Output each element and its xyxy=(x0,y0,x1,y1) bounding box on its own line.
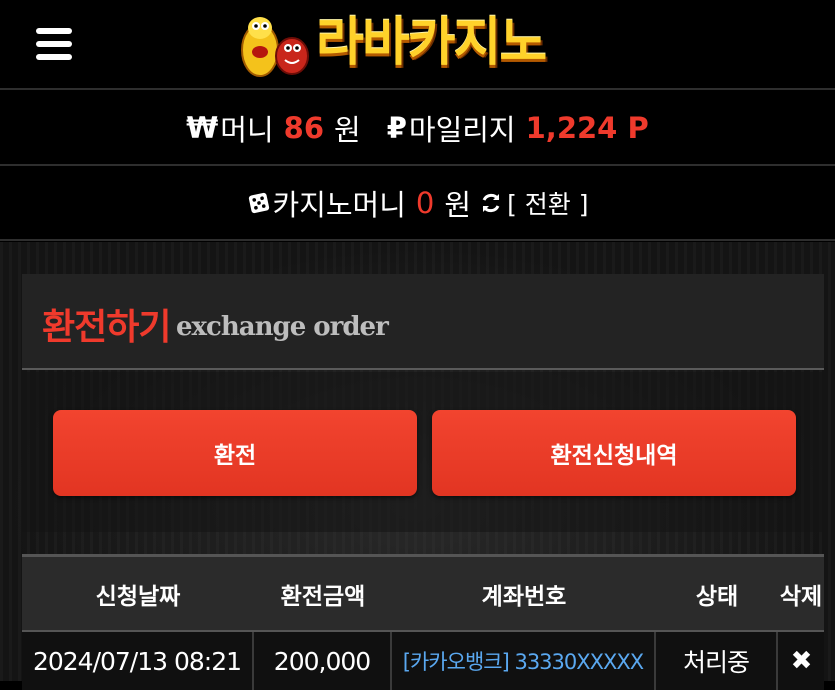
column-header-account: 계좌번호 xyxy=(481,583,567,610)
refresh-icon[interactable] xyxy=(479,191,503,215)
money-value: 86 xyxy=(283,111,325,145)
site-logo[interactable]: 라바카지노 xyxy=(230,6,620,80)
menu-icon-line xyxy=(36,28,72,34)
exchange-history-button[interactable]: 환전신청내역 xyxy=(432,410,796,496)
balance-bar: ₩ 머니 86 원 ₽ 마일리지 1,224 P xyxy=(0,92,835,166)
top-header: 라바카지노 xyxy=(0,0,835,90)
dice-icon xyxy=(248,192,269,214)
menu-button[interactable] xyxy=(36,28,72,60)
convert-link[interactable]: [ 전환 ] xyxy=(507,185,588,221)
menu-icon-line xyxy=(36,54,72,60)
main-content: 환전하기 exchange order 환전 환전신청내역 신청날짜 환전금액 … xyxy=(0,242,835,690)
casino-balance-bar: 카지노머니 0 원 [ 전환 ] xyxy=(0,167,835,241)
panel-header: 환전하기 exchange order xyxy=(22,274,824,370)
menu-icon-line xyxy=(36,41,72,47)
money-label: 머니 xyxy=(220,113,274,147)
row-account: [카카오뱅크] 33330XXXXX xyxy=(392,632,656,690)
logo-text: 라바카지노 xyxy=(316,13,547,73)
mileage-label: 마일리지 xyxy=(408,113,516,147)
column-header-status: 상태 xyxy=(695,583,739,610)
casino-money-label: 카지노머니 xyxy=(272,188,406,222)
mascot-logo-icon xyxy=(241,17,309,77)
money-unit: 원 xyxy=(334,113,361,147)
row-status: 처리중 xyxy=(656,632,778,690)
exchange-table: 신청날짜 환전금액 계좌번호 상태 삭제 2024/07/13 08:21 20… xyxy=(22,554,824,690)
column-header-delete: 삭제 xyxy=(779,583,823,610)
table-header: 신청날짜 환전금액 계좌번호 상태 삭제 xyxy=(22,554,824,630)
casino-money-unit: 원 xyxy=(444,188,472,222)
casino-money-value: 0 xyxy=(415,186,435,220)
won-icon: ₩ xyxy=(186,111,219,145)
row-date: 2024/07/13 08:21 xyxy=(22,632,254,690)
column-header-amount: 환전금액 xyxy=(280,583,366,610)
column-header-date: 신청날짜 xyxy=(95,583,181,610)
exchange-button[interactable]: 환전 xyxy=(53,410,417,496)
delete-icon[interactable]: ✖ xyxy=(778,632,824,690)
page-subtitle: exchange order xyxy=(176,312,389,342)
page-title: 환전하기 xyxy=(42,307,171,348)
table-row: 2024/07/13 08:21 200,000 [카카오뱅크] 33330XX… xyxy=(22,630,824,690)
row-amount: 200,000 xyxy=(254,632,392,690)
mileage-icon: ₽ xyxy=(386,111,407,145)
mileage-value: 1,224 P xyxy=(525,111,649,145)
